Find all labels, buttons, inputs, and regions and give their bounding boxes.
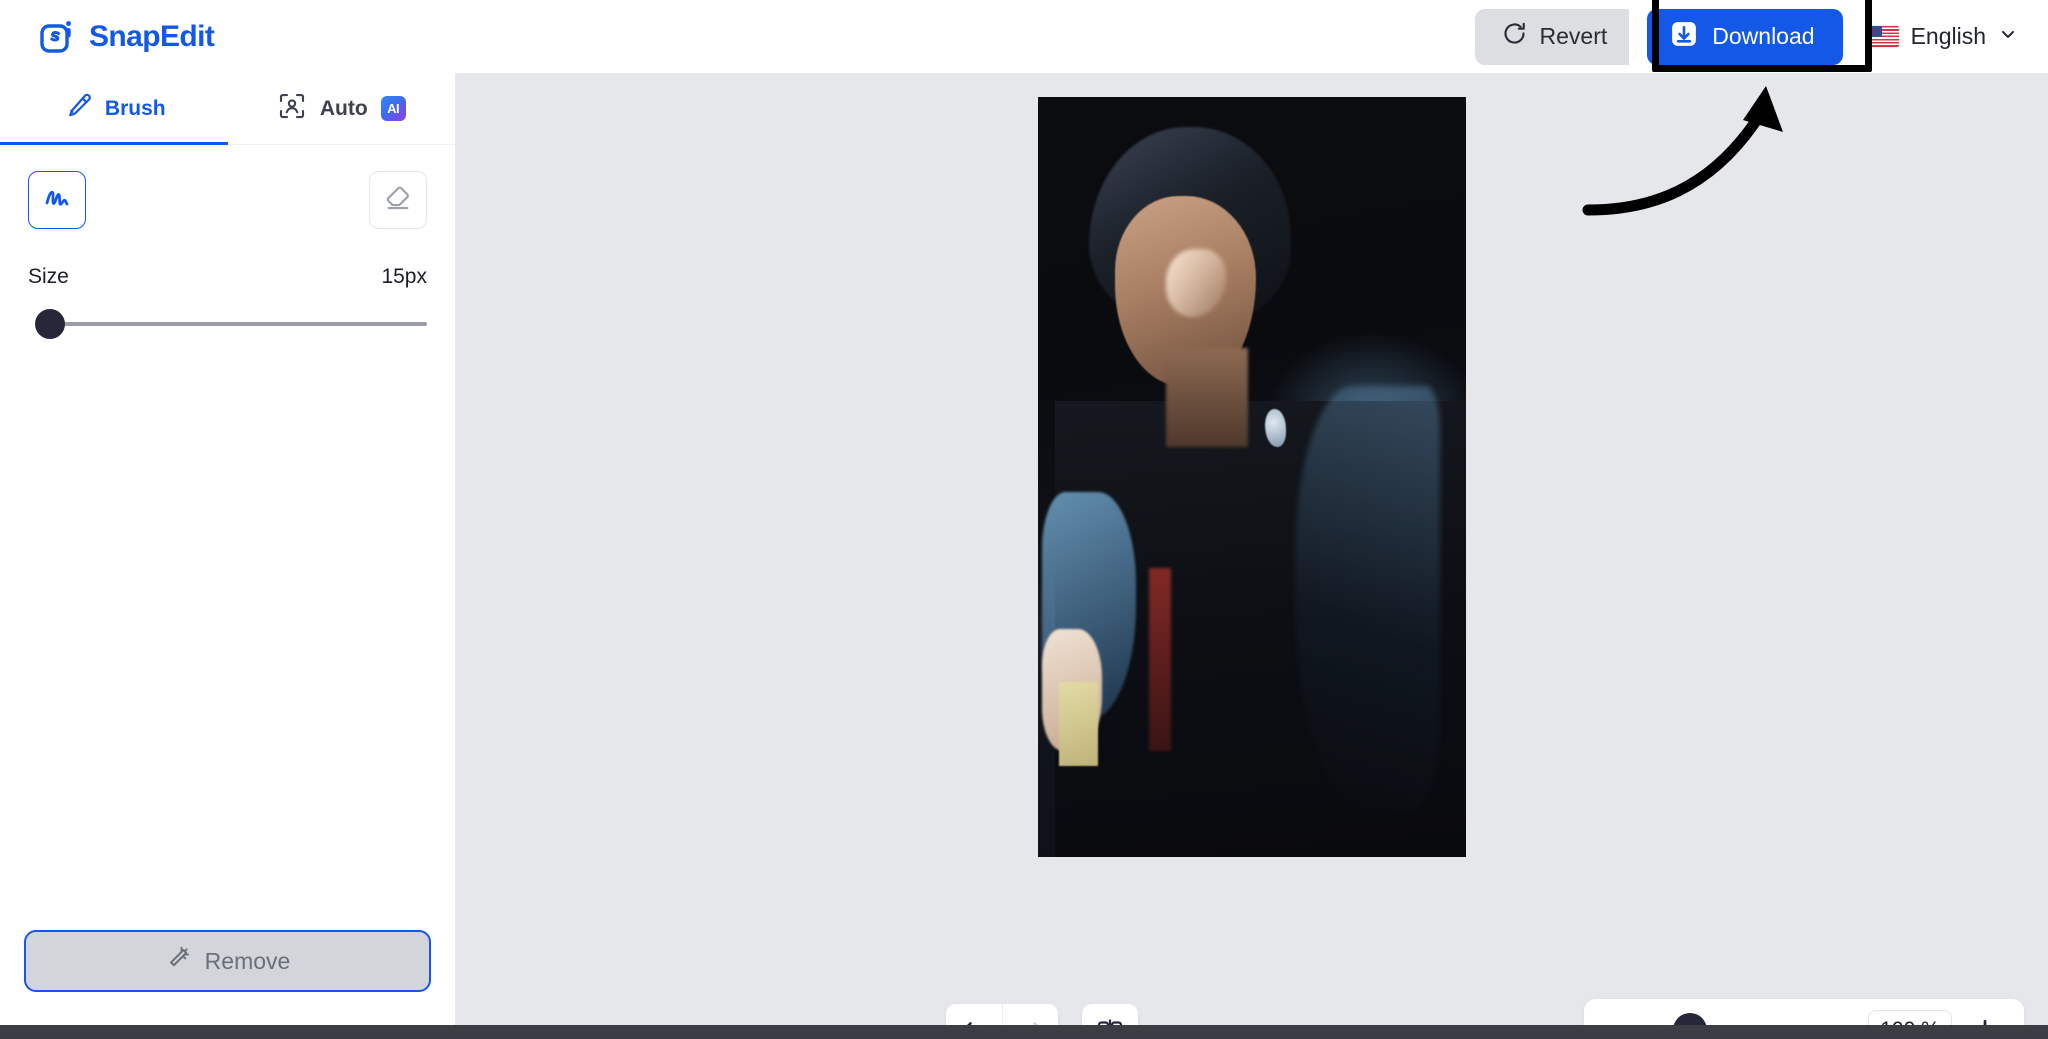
remove-button-wrap: Remove bbox=[0, 930, 455, 1026]
image-red-region bbox=[1149, 568, 1171, 751]
revert-button[interactable]: Revert bbox=[1474, 8, 1630, 65]
image-rim-light bbox=[1294, 385, 1441, 812]
scribble-icon bbox=[42, 183, 72, 218]
tab-auto[interactable]: Auto AI bbox=[228, 73, 456, 144]
edited-image[interactable] bbox=[1038, 97, 1466, 857]
tab-brush-label: Brush bbox=[104, 96, 166, 120]
brush-icon bbox=[62, 91, 92, 127]
brush-tool-button[interactable] bbox=[28, 171, 86, 229]
eraser-icon bbox=[383, 183, 413, 218]
download-box-icon bbox=[1669, 19, 1699, 55]
brand-logo[interactable]: SnapEdit bbox=[38, 17, 215, 57]
brush-size-label: Size bbox=[28, 265, 69, 288]
app-header: SnapEdit Revert Download English bbox=[0, 0, 2048, 73]
snapedit-logo-icon bbox=[38, 17, 78, 57]
brush-size-slider[interactable] bbox=[28, 309, 427, 339]
tool-tabs: Brush Auto AI bbox=[0, 73, 455, 145]
header-actions: Revert Download English bbox=[1474, 0, 2048, 73]
left-sidebar: Brush Auto AI Size 15px Remove bbox=[0, 73, 456, 1026]
download-button[interactable]: Download bbox=[1647, 8, 1843, 65]
brush-size-row: Size 15px bbox=[28, 265, 427, 289]
brush-size-slider-handle[interactable] bbox=[35, 309, 65, 339]
tab-brush[interactable]: Brush bbox=[0, 73, 228, 145]
ai-badge: AI bbox=[380, 96, 406, 121]
revert-label: Revert bbox=[1539, 23, 1608, 49]
download-label: Download bbox=[1712, 23, 1815, 49]
brand-name: SnapEdit bbox=[89, 19, 215, 53]
image-neck-region bbox=[1166, 347, 1248, 447]
remove-button[interactable]: Remove bbox=[24, 930, 431, 992]
eraser-tool-button[interactable] bbox=[369, 171, 427, 229]
tab-auto-label: Auto bbox=[319, 96, 368, 120]
footer-strip bbox=[0, 1025, 2048, 1039]
us-flag-icon bbox=[1868, 26, 1899, 47]
language-selector[interactable]: English bbox=[1868, 23, 2018, 50]
image-card-region bbox=[1059, 682, 1098, 766]
magic-wand-icon bbox=[165, 944, 193, 978]
face-scan-icon bbox=[277, 91, 307, 127]
chevron-down-icon bbox=[1998, 24, 2018, 49]
refresh-icon bbox=[1501, 20, 1528, 53]
brush-size-value: 15px bbox=[381, 265, 427, 288]
tool-button-row bbox=[28, 171, 427, 229]
brush-tool-panel: Size 15px bbox=[0, 145, 455, 339]
snapedit-editor-app: SnapEdit Revert Download English Brush A… bbox=[0, 0, 2048, 1039]
brush-size-slider-track bbox=[36, 322, 427, 326]
remove-label: Remove bbox=[204, 947, 291, 974]
language-label: English bbox=[1910, 23, 1986, 49]
editor-canvas[interactable]: 100 % bbox=[456, 73, 2048, 1039]
